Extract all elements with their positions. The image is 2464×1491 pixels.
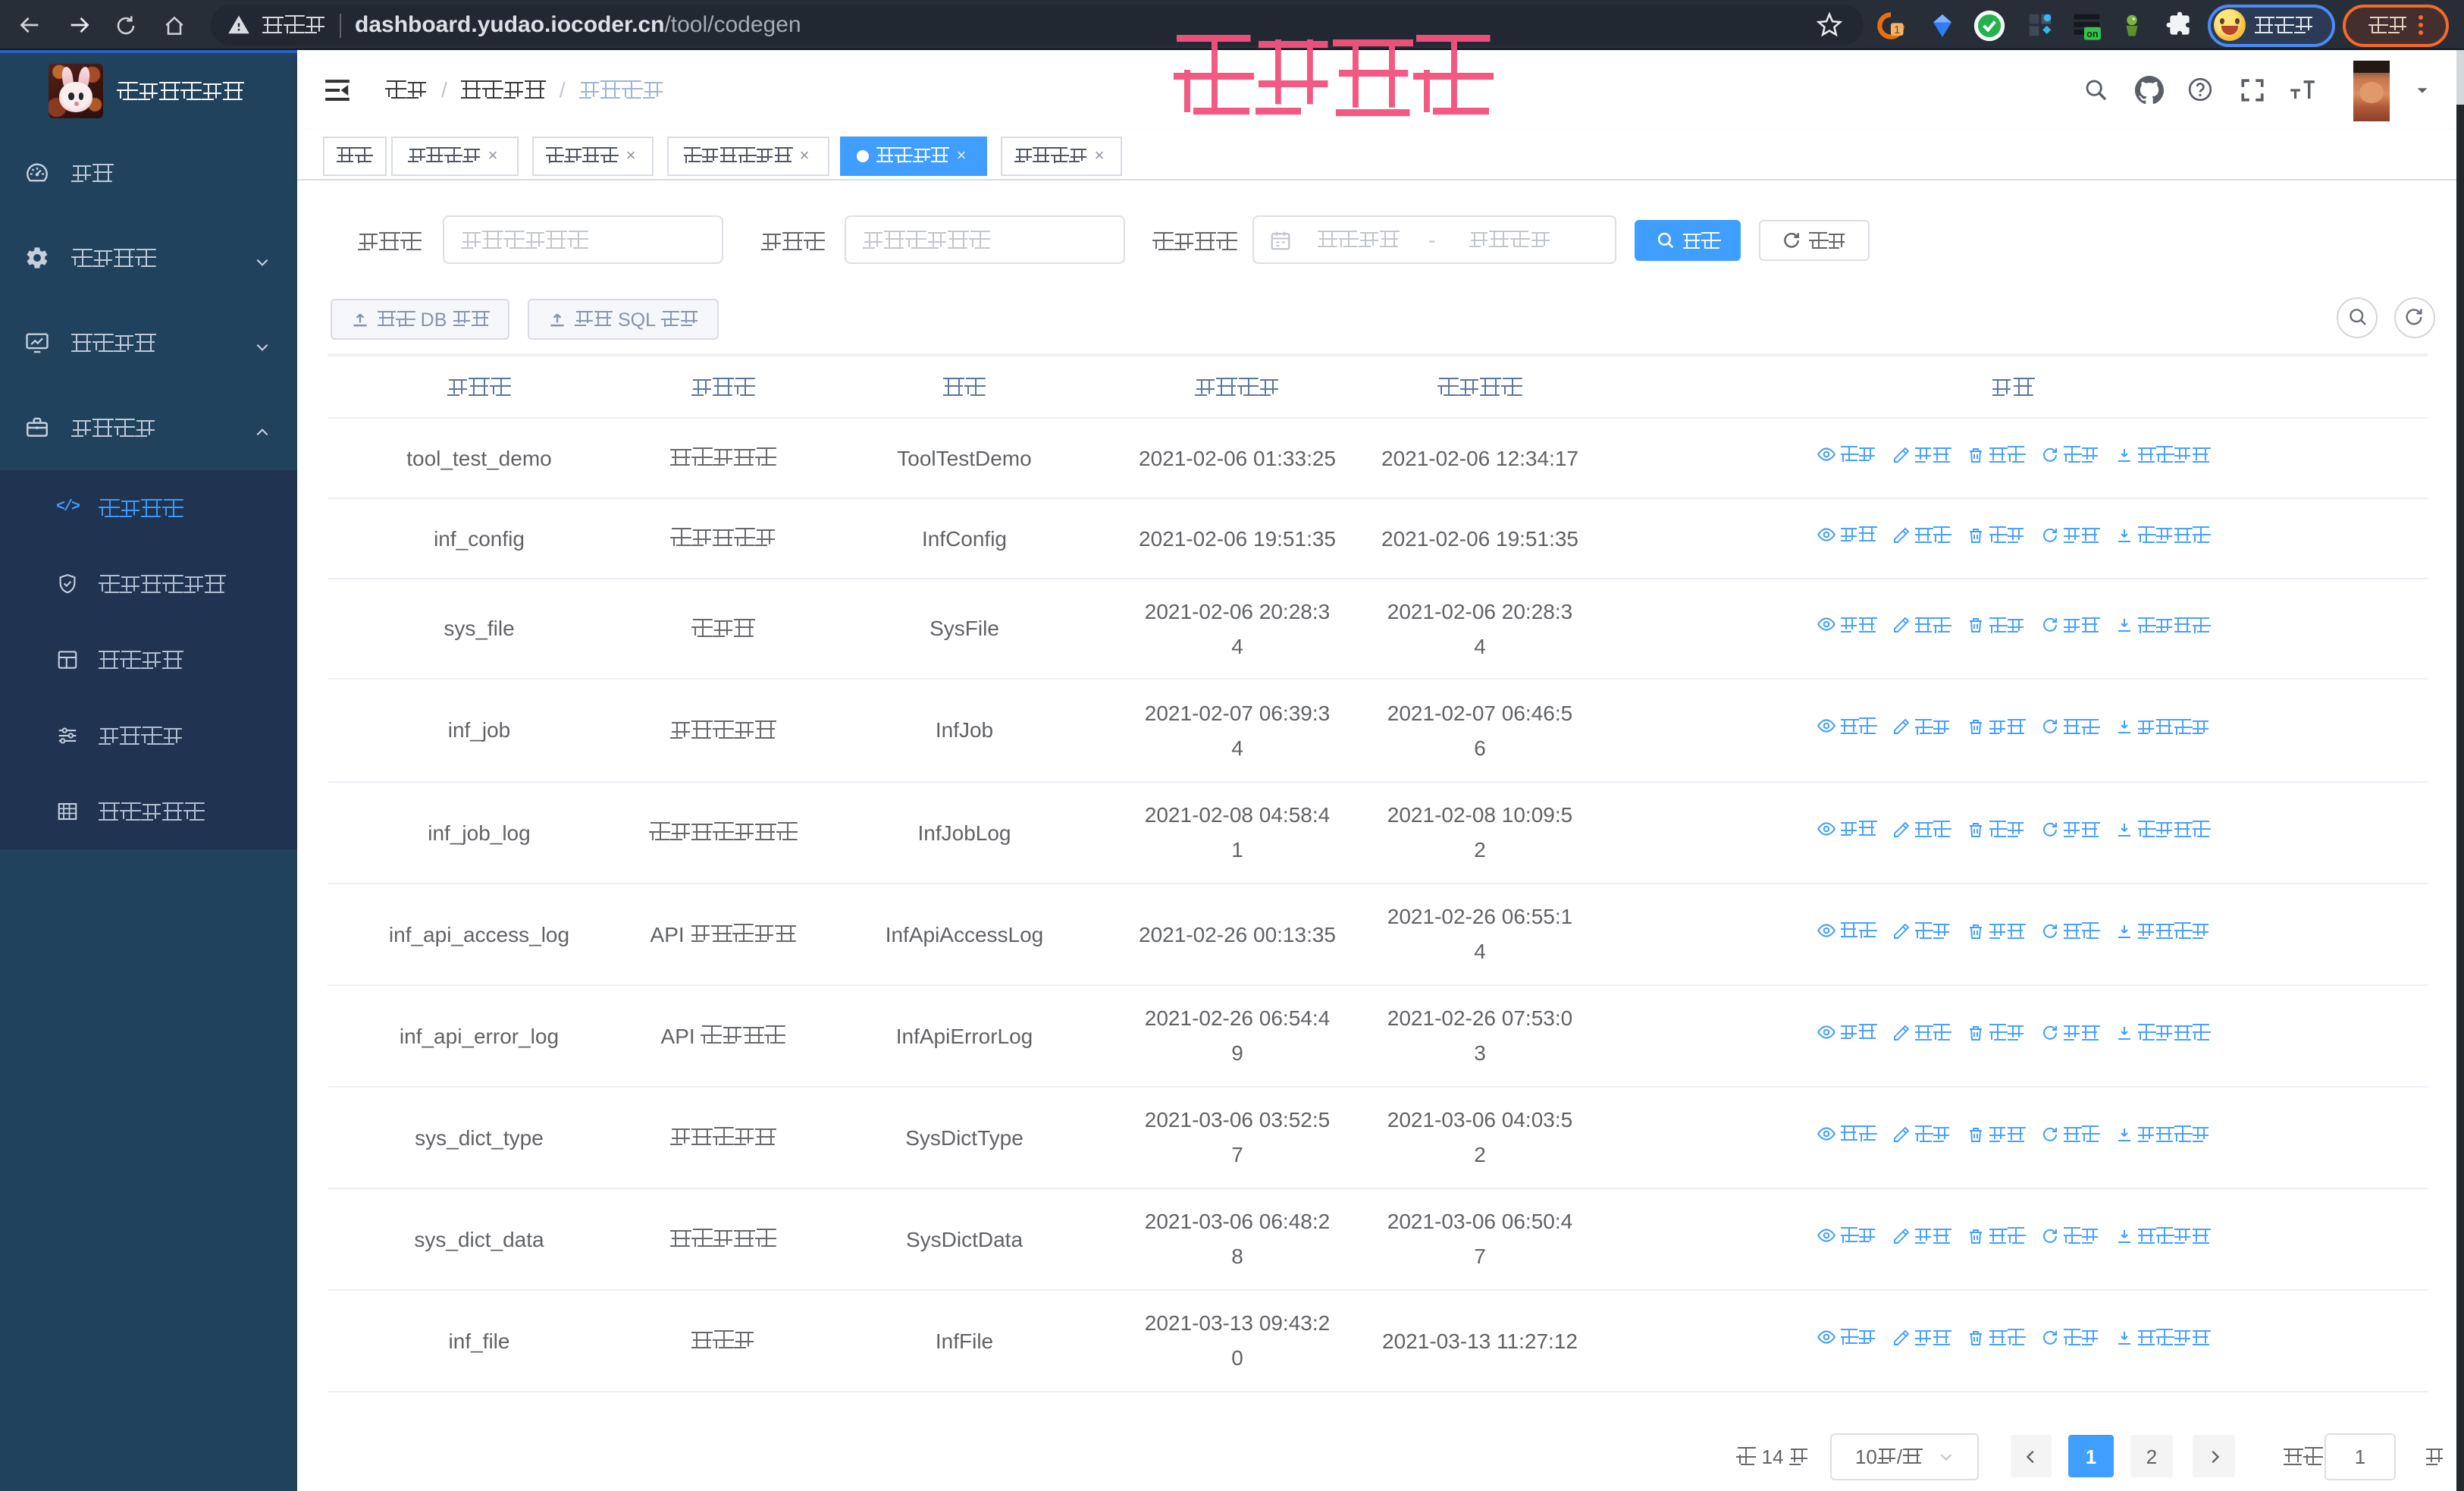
svg-text:1: 1 [1894, 24, 1900, 36]
svg-text:on: on [2086, 28, 2099, 39]
